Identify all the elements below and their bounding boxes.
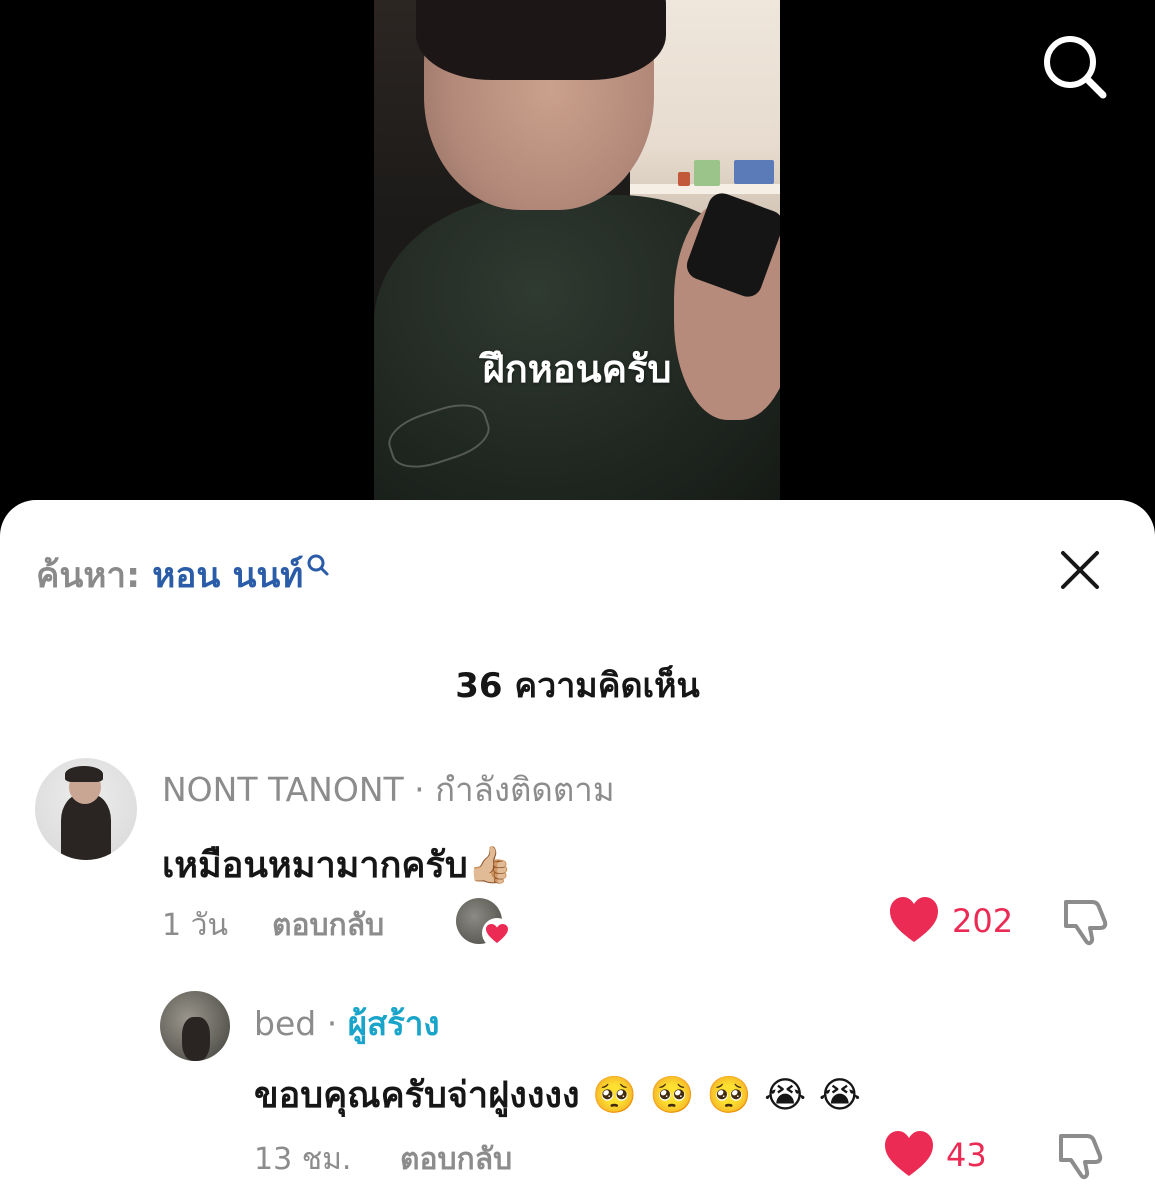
avatar-figure xyxy=(182,1017,210,1061)
person-hair xyxy=(416,0,666,80)
video-frame[interactable] xyxy=(374,0,780,500)
heart-icon xyxy=(890,897,938,942)
search-suggestion[interactable]: ค้นหา: หอน นนท์ xyxy=(36,548,331,603)
comment-text: ขอบคุณครับจ่าฝูงงงง 🥺 🥺 🥺 😭 😭 xyxy=(254,1075,861,1116)
avatar-hair xyxy=(65,766,103,782)
comments-sheet: ค้นหา: หอน นนท์ 36 ความคิดเห็น NONT TANO… xyxy=(0,500,1155,1200)
like-count: 202 xyxy=(952,902,1014,940)
shelf-toy xyxy=(734,160,774,184)
search-term[interactable]: หอน นนท์ xyxy=(152,556,303,596)
comment-username[interactable]: bed · ผู้สร้าง xyxy=(254,997,440,1050)
shelf-toy xyxy=(678,172,690,186)
username-text: bed xyxy=(254,1004,317,1043)
dislike-icon[interactable] xyxy=(1055,1130,1107,1186)
like-button[interactable] xyxy=(888,896,940,946)
like-count: 43 xyxy=(946,1136,987,1174)
creator-like-heart-icon xyxy=(482,918,512,948)
username-text: NONT TANONT xyxy=(162,770,404,809)
following-badge: · กำลังติดตาม xyxy=(414,770,615,809)
comment-count: 36 ความคิดเห็น xyxy=(455,666,700,706)
like-button[interactable] xyxy=(883,1130,935,1180)
search-small-icon xyxy=(305,548,331,588)
creator-badge: ผู้สร้าง xyxy=(347,1004,440,1043)
close-icon[interactable] xyxy=(1058,548,1102,592)
comment-time: 13 ชม. xyxy=(254,1142,352,1177)
avatar[interactable] xyxy=(35,758,137,860)
video-caption: ฝึกหอนครับ xyxy=(482,347,672,391)
search-icon[interactable] xyxy=(1040,32,1108,100)
dislike-icon[interactable] xyxy=(1060,896,1112,952)
reply-button[interactable]: ตอบกลับ xyxy=(400,1136,512,1183)
video-area[interactable]: ฝึกหอนครับ xyxy=(0,0,1155,520)
avatar[interactable] xyxy=(160,991,230,1061)
search-prefix: ค้นหา: xyxy=(36,556,153,596)
heart-icon xyxy=(885,1131,933,1176)
shelf-toy xyxy=(694,160,720,186)
badge-separator: · xyxy=(316,1004,348,1043)
comment-time: 1 วัน xyxy=(162,908,228,943)
comment-username[interactable]: NONT TANONT · กำลังติดตาม xyxy=(162,763,615,816)
comment-text: เหมือนหมามากครับ👍🏼 xyxy=(162,845,513,886)
reply-button[interactable]: ตอบกลับ xyxy=(272,902,384,949)
